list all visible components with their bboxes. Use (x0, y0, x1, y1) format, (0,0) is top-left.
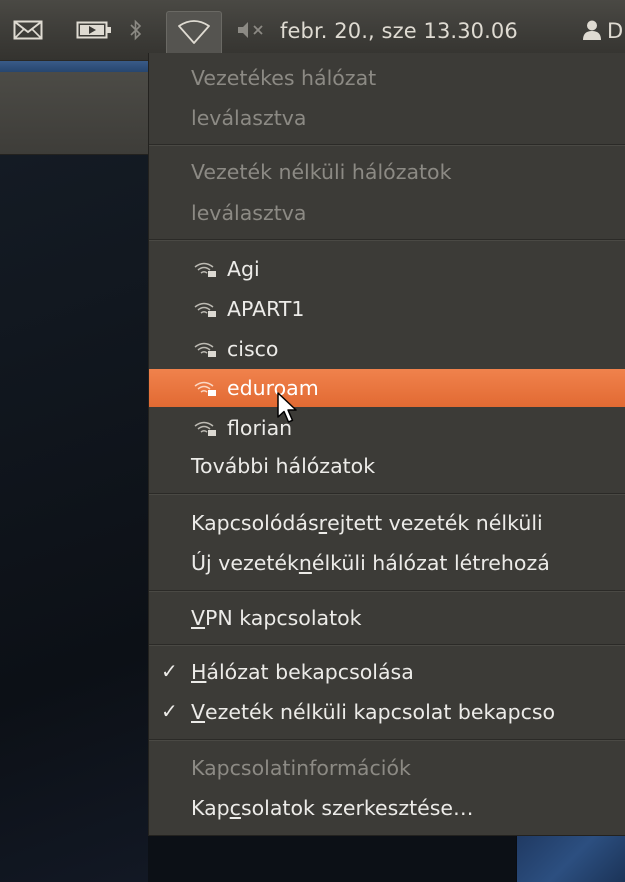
mnemonic-letter: V (191, 606, 206, 630)
network-menu: Vezetékes hálózat leválasztva Vezeték né… (148, 53, 625, 836)
create-wireless-network-item[interactable]: Új vezeték n élküli hálózat létrehozá (149, 544, 625, 582)
wireless-networks-status: leválasztva (191, 201, 307, 225)
menu-item-text: élküli hálózat létrehozá (311, 551, 550, 575)
network-item-apart1[interactable]: APART1 (149, 290, 625, 328)
menu-item-text: Kapcsolódás (191, 511, 319, 535)
background-window-toolbar (0, 72, 148, 155)
menu-item-text: Kap (191, 796, 230, 820)
menu-separator (149, 590, 625, 592)
checkmark-icon: ✓ (161, 699, 178, 723)
menu-separator (149, 239, 625, 241)
wifi-signal-icon (193, 261, 219, 277)
clock[interactable]: febr. 20., sze 13.30.06 (280, 19, 518, 43)
menu-item-text: ejtett vezeték nélküli (327, 511, 543, 535)
wifi-signal-icon (193, 301, 219, 317)
connect-hidden-network-item[interactable]: Kapcsolódás r ejtett vezeték nélküli (149, 504, 625, 542)
network-name: cisco (227, 337, 279, 361)
connection-info-item: Kapcsolatinformációk (191, 756, 411, 780)
menu-separator (149, 739, 625, 741)
wifi-signal-icon (193, 341, 219, 357)
network-name: APART1 (227, 297, 305, 321)
menu-item-text: ezeték nélküli kapcsolat bekapcso (205, 700, 556, 724)
bluetooth-icon[interactable] (126, 14, 146, 46)
menu-separator (149, 144, 625, 146)
mnemonic-letter: H (191, 660, 207, 684)
network-item-florian[interactable]: florian (149, 409, 625, 447)
menu-separator (149, 493, 625, 495)
network-name: Agi (227, 257, 260, 281)
desktop-background (0, 155, 148, 882)
checkmark-icon: ✓ (161, 659, 178, 683)
mnemonic-letter: V (191, 700, 206, 724)
desktop-background-bottom (148, 836, 516, 882)
mail-icon[interactable] (12, 14, 44, 46)
network-item-agi[interactable]: Agi (149, 250, 625, 288)
network-name: eduroam (227, 376, 319, 400)
menu-item-text: Új vezeték (191, 551, 299, 575)
background-window-titlebar (0, 60, 148, 72)
menu-item-text: PN kapcsolatok (205, 606, 362, 630)
wireless-network-icon[interactable] (166, 11, 222, 53)
mnemonic-letter: r (318, 511, 328, 535)
more-networks-item[interactable]: További hálózatok (149, 447, 625, 485)
menu-item-text: solatok szerkesztése… (240, 796, 474, 820)
user-icon[interactable] (580, 14, 604, 46)
network-item-eduroam[interactable]: eduroam (149, 369, 625, 407)
menu-separator (149, 644, 625, 646)
wifi-signal-icon (193, 420, 219, 436)
user-name[interactable]: D (607, 19, 623, 43)
wifi-signal-icon (193, 380, 219, 396)
vpn-connections-item[interactable]: V PN kapcsolatok (149, 599, 625, 637)
top-panel: febr. 20., sze 13.30.06 D (0, 0, 625, 61)
enable-networking-item[interactable]: ✓ Hálózat bekapcsolása (149, 653, 625, 691)
mouse-cursor-icon (276, 391, 298, 429)
wired-network-header: Vezetékes hálózat (191, 66, 377, 90)
volume-muted-icon[interactable] (233, 14, 269, 46)
wireless-networks-header: Vezeték nélküli hálózatok (191, 160, 452, 184)
battery-icon[interactable] (76, 14, 112, 46)
enable-wireless-item[interactable]: ✓ Vezeték nélküli kapcsolat bekapcso (149, 693, 625, 731)
mnemonic-letter: n (298, 551, 312, 575)
wired-network-status: leválasztva (191, 106, 307, 130)
menu-item-text: álózat bekapcsolása (206, 660, 414, 684)
edit-connections-item[interactable]: Kap c solatok szerkesztése… (149, 789, 625, 827)
mnemonic-letter: c (229, 796, 241, 820)
desktop-wallpaper-corner (516, 836, 625, 882)
network-item-cisco[interactable]: cisco (149, 330, 625, 368)
